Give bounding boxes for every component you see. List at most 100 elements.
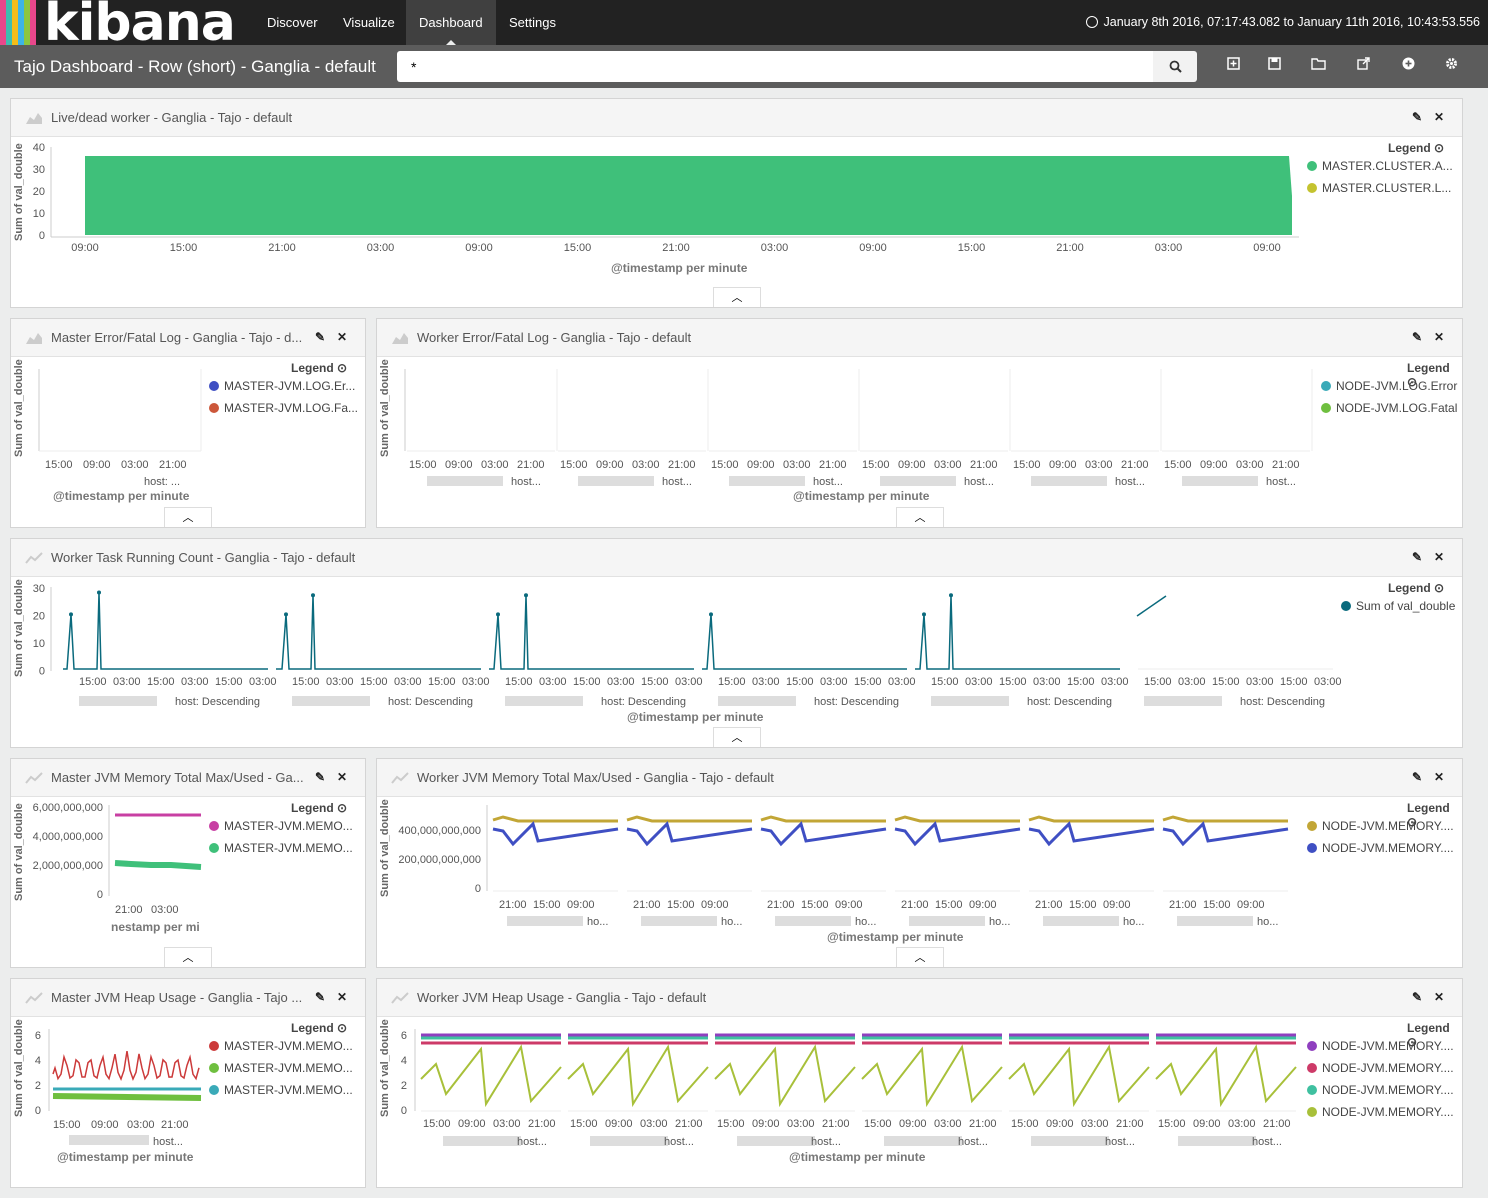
svg-text:0: 0	[401, 1105, 407, 1117]
pencil-icon[interactable]: ✎	[313, 770, 327, 784]
series-line	[276, 595, 481, 670]
legend-item[interactable]: MASTER-JVM.MEMO...	[209, 1083, 361, 1097]
close-icon[interactable]: ✕	[1432, 990, 1446, 1004]
y-tick-label: 30	[33, 164, 45, 176]
legend-dot	[1321, 381, 1331, 391]
collapse-button[interactable]: ︿	[713, 287, 761, 307]
series-line-used	[760, 821, 887, 847]
legend-item[interactable]: NODE-JVM.MEMORY....	[1307, 1083, 1459, 1097]
x-tick-label: 09:00	[752, 1118, 780, 1130]
legend-item[interactable]: MASTER-JVM.MEMO...	[209, 819, 361, 833]
collapse-button[interactable]: ︿	[164, 947, 212, 967]
panel-header: Master JVM Heap Usage - Ganglia - Tajo .…	[11, 979, 365, 1017]
x-tick-label: 15:00	[864, 1118, 892, 1130]
pencil-icon[interactable]: ✎	[1410, 770, 1424, 784]
x-tick-label: 03:00	[820, 676, 848, 688]
legend-item[interactable]: NODE-JVM.MEMORY....	[1307, 819, 1459, 833]
svg-text:2: 2	[35, 1080, 41, 1092]
legend-item[interactable]: MASTER.CLUSTER.A...	[1307, 159, 1457, 173]
data-point	[97, 590, 101, 595]
x-tick-label: 15:00	[854, 676, 882, 688]
share-icon[interactable]	[1352, 55, 1374, 77]
close-icon[interactable]: ✕	[1432, 550, 1446, 564]
pencil-icon[interactable]: ✎	[1410, 110, 1424, 124]
legend-item[interactable]: MASTER-JVM.MEMO...	[209, 841, 361, 855]
series-line-max	[894, 815, 1020, 823]
legend-title[interactable]: Legend ⊙	[1388, 141, 1444, 155]
x-tick-label: 15:00	[931, 676, 959, 688]
legend-item[interactable]: MASTER.CLUSTER.L...	[1307, 181, 1457, 195]
host-label: host...	[662, 476, 692, 488]
blurred-host	[909, 916, 985, 926]
x-tick-label: 03:00	[761, 242, 789, 254]
open-folder-icon[interactable]	[1307, 55, 1329, 77]
legend-item[interactable]: MASTER-JVM.MEMO...	[209, 1061, 361, 1075]
pencil-icon[interactable]: ✎	[1410, 330, 1424, 344]
search-button[interactable]	[1153, 51, 1197, 82]
legend-item[interactable]: Sum of val_double	[1341, 599, 1461, 613]
legend-item[interactable]: NODE-JVM.MEMORY....	[1307, 1105, 1459, 1119]
collapse-button[interactable]: ︿	[713, 727, 761, 747]
close-icon[interactable]: ✕	[1432, 110, 1446, 124]
svg-text:21:00: 21:00	[115, 904, 143, 916]
legend-dot	[1307, 821, 1317, 831]
legend-title[interactable]: Legend ⊙	[291, 801, 347, 815]
search-input[interactable]	[397, 51, 1153, 82]
time-range-picker[interactable]: January 8th 2016, 07:17:43.082 to Januar…	[1085, 0, 1480, 45]
legend-item[interactable]: MASTER-JVM.LOG.Fa...	[209, 401, 361, 415]
host-label: host: Descending	[601, 696, 686, 708]
close-icon[interactable]: ✕	[1432, 770, 1446, 784]
legend-title[interactable]: Legend ⊙	[291, 361, 347, 375]
tab-settings[interactable]: Settings	[496, 0, 569, 45]
tab-visualize[interactable]: Visualize	[330, 0, 408, 45]
legend-item[interactable]: MASTER-JVM.LOG.Er...	[209, 379, 361, 393]
pencil-icon[interactable]: ✎	[1410, 550, 1424, 564]
x-tick-label: 09:00	[1237, 899, 1265, 911]
search-icon	[1169, 60, 1182, 73]
add-panel-icon[interactable]	[1397, 55, 1419, 77]
save-icon[interactable]	[1263, 55, 1285, 77]
tab-discover[interactable]: Discover	[254, 0, 331, 45]
legend-item[interactable]: NODE-JVM.MEMORY....	[1307, 841, 1459, 855]
y-tick-label: 0	[39, 666, 45, 678]
logo-text: kibana	[44, 0, 236, 45]
y-tick-label: 10	[33, 638, 45, 650]
legend-item[interactable]: NODE-JVM.MEMORY....	[1307, 1039, 1459, 1053]
legend-item[interactable]: NODE-JVM.LOG.Error	[1321, 379, 1461, 393]
pencil-icon[interactable]: ✎	[313, 990, 327, 1004]
close-icon[interactable]: ✕	[1432, 330, 1446, 344]
blurred-host	[292, 696, 370, 706]
tab-dashboard[interactable]: Dashboard	[406, 0, 496, 45]
legend-item[interactable]: MASTER-JVM.MEMO...	[209, 1039, 361, 1053]
series-line-max	[492, 815, 618, 823]
x-tick-label: 09:00	[1253, 242, 1281, 254]
x-tick-label: 15:00	[786, 676, 814, 688]
collapse-button[interactable]: ︿	[896, 507, 944, 527]
pencil-icon[interactable]: ✎	[1410, 990, 1424, 1004]
legend-dot	[209, 1041, 219, 1051]
x-tick-label: 09:00	[1049, 459, 1077, 471]
legend-item[interactable]: NODE-JVM.MEMORY....	[1307, 1061, 1459, 1075]
legend-title[interactable]: Legend ⊙	[1388, 581, 1444, 595]
new-dashboard-icon[interactable]	[1222, 55, 1244, 77]
collapse-button[interactable]: ︿	[896, 947, 944, 967]
close-icon[interactable]: ✕	[335, 330, 349, 344]
x-tick-label: 09:00	[835, 899, 863, 911]
host-label: host...	[1115, 476, 1145, 488]
pencil-icon[interactable]: ✎	[313, 330, 327, 344]
kibana-logo[interactable]: kibana	[0, 0, 245, 45]
panel-header: Live/dead worker - Ganglia - Tajo - defa…	[11, 99, 1462, 137]
legend-dot	[1341, 601, 1351, 611]
x-tick-label: 15:00	[1203, 899, 1231, 911]
gear-icon[interactable]	[1440, 55, 1462, 77]
x-tick-label: 15:00	[801, 899, 829, 911]
close-icon[interactable]: ✕	[335, 990, 349, 1004]
x-tick-label: 15:00	[862, 459, 890, 471]
close-icon[interactable]: ✕	[335, 770, 349, 784]
legend-item[interactable]: NODE-JVM.LOG.Fatal	[1321, 401, 1461, 415]
collapse-button[interactable]: ︿	[164, 507, 212, 527]
blurred-host	[578, 476, 654, 486]
x-tick-label: 21:00	[767, 899, 795, 911]
blurred-host	[884, 1136, 962, 1146]
legend-title[interactable]: Legend ⊙	[291, 1021, 347, 1035]
